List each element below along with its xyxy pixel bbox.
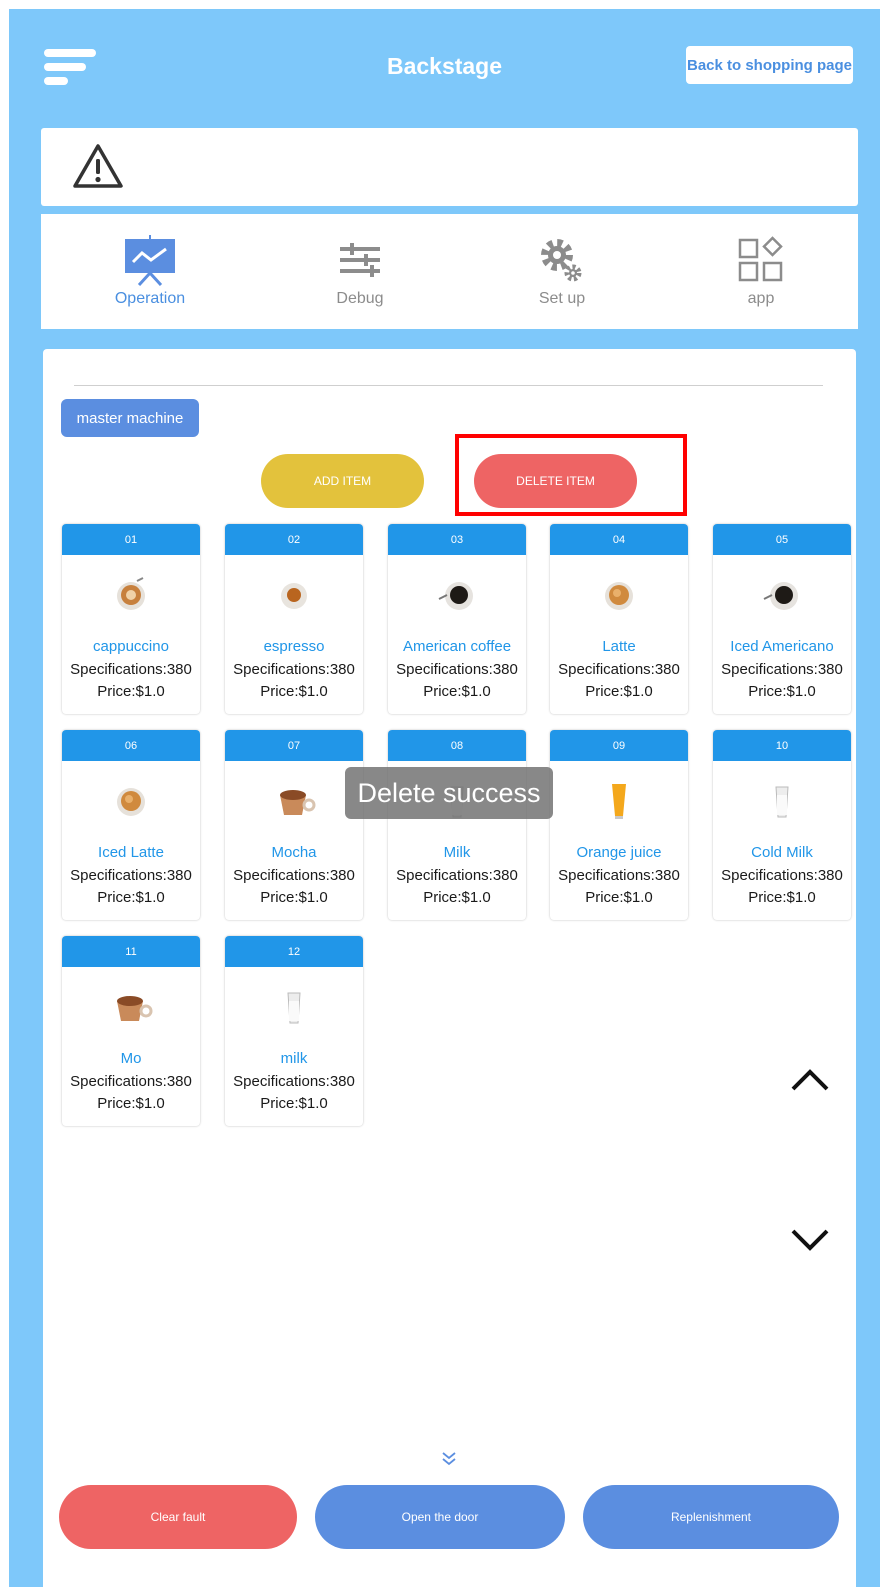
product-spec: Specifications:380 <box>721 661 843 678</box>
product-card-espresso[interactable]: 02 espresso Specifications:380 Price:$1.… <box>225 524 363 714</box>
product-price: Price:$1.0 <box>260 1095 328 1112</box>
black-coffee-cup-icon <box>763 582 798 610</box>
product-card-american-coffee[interactable]: 03 American coffee Specifications:380 Pr… <box>388 524 526 714</box>
tab-label: Debug <box>336 290 384 307</box>
tab-debug[interactable]: Debug <box>290 234 430 308</box>
product-spec: Specifications:380 <box>70 867 192 884</box>
black-coffee-cup-icon <box>438 582 473 610</box>
mocha-cup-icon <box>280 790 316 815</box>
product-card-cold-milk[interactable]: 10 Cold Milk Specifications:380 Price:$1… <box>713 730 851 920</box>
product-name: Orange juice <box>576 844 662 861</box>
chevron-up-icon[interactable] <box>787 1064 833 1094</box>
product-card-milk[interactable]: 08 Milk Specifications:380 Price:$1.0 <box>388 730 526 920</box>
gear-icon <box>541 239 582 282</box>
product-name: espresso <box>263 638 325 655</box>
product-name: American coffee <box>402 638 512 655</box>
product-spec: Specifications:380 <box>558 867 680 884</box>
product-number: 01 <box>62 524 200 555</box>
chevron-down-icon[interactable] <box>787 1226 833 1256</box>
product-card-mocha[interactable]: 07 Mocha Specifications:380 Price:$1.0 <box>225 730 363 920</box>
product-number: 11 <box>62 936 200 967</box>
product-price: Price:$1.0 <box>97 683 165 700</box>
product-number: 02 <box>225 524 363 555</box>
cappuccino-cup-icon <box>117 577 145 610</box>
espresso-cup-icon <box>281 583 307 609</box>
toast-message: Delete success <box>345 767 553 819</box>
apps-grid-icon <box>738 236 783 282</box>
product-card-mo[interactable]: 11 Mo Specifications:380 Price:$1.0 <box>62 936 200 1126</box>
milk-glass-icon <box>775 786 789 818</box>
divider <box>74 385 823 386</box>
sliders-icon <box>340 243 380 277</box>
replenishment-button[interactable]: Replenishment <box>583 1485 839 1549</box>
product-number: 12 <box>225 936 363 967</box>
product-spec: Specifications:380 <box>396 867 518 884</box>
tab-operation[interactable]: Operation <box>80 234 220 308</box>
product-price: Price:$1.0 <box>97 1095 165 1112</box>
product-name: Cold Milk <box>751 844 813 861</box>
product-spec: Specifications:380 <box>70 661 192 678</box>
open-door-button[interactable]: Open the door <box>315 1485 565 1549</box>
product-name: Iced Latte <box>98 844 164 861</box>
product-number: 10 <box>713 730 851 761</box>
tab-app[interactable]: app <box>691 234 831 308</box>
product-number: 06 <box>62 730 200 761</box>
product-number: 07 <box>225 730 363 761</box>
product-card-latte[interactable]: 04 Latte Specifications:380 Price:$1.0 <box>550 524 688 714</box>
product-number: 03 <box>388 524 526 555</box>
product-card-iced-americano[interactable]: 05 Iced Americano Specifications:380 Pri… <box>713 524 851 714</box>
product-spec: Specifications:380 <box>233 1073 355 1090</box>
product-card-iced-latte[interactable]: 06 Iced Latte Specifications:380 Price:$… <box>62 730 200 920</box>
product-price: Price:$1.0 <box>585 889 653 906</box>
product-name: Milk <box>443 844 471 861</box>
product-name: Mocha <box>271 844 317 861</box>
delete-item-button[interactable]: DELETE ITEM <box>474 454 637 508</box>
double-chevron-down-icon[interactable] <box>440 1450 458 1468</box>
tab-label: Operation <box>114 290 186 307</box>
product-price: Price:$1.0 <box>97 889 165 906</box>
product-name: Mo <box>120 1050 142 1067</box>
product-name: milk <box>280 1050 308 1067</box>
product-spec: Specifications:380 <box>721 867 843 884</box>
product-price: Price:$1.0 <box>585 683 653 700</box>
product-number: 05 <box>713 524 851 555</box>
product-price: Price:$1.0 <box>260 889 328 906</box>
warning-icon[interactable] <box>72 142 124 190</box>
product-card-cappuccino[interactable]: 01 cappuccino Specifications:380 Price:$… <box>62 524 200 714</box>
product-price: Price:$1.0 <box>748 683 816 700</box>
product-price: Price:$1.0 <box>748 889 816 906</box>
milk-glass-icon <box>287 992 301 1024</box>
product-spec: Specifications:380 <box>558 661 680 678</box>
product-price: Price:$1.0 <box>260 683 328 700</box>
alert-bar <box>41 128 858 206</box>
tab-set-up[interactable]: Set up <box>492 234 632 308</box>
product-name: cappuccino <box>93 638 169 655</box>
product-price: Price:$1.0 <box>423 889 491 906</box>
product-name: Iced Americano <box>730 638 834 655</box>
tab-label: app <box>747 290 775 307</box>
product-spec: Specifications:380 <box>233 661 355 678</box>
product-spec: Specifications:380 <box>70 1073 192 1090</box>
product-spec: Specifications:380 <box>396 661 518 678</box>
product-name: Latte <box>602 638 636 655</box>
master-machine-tag[interactable]: master machine <box>61 399 199 437</box>
product-number: 09 <box>550 730 688 761</box>
back-to-shopping-button[interactable]: Back to shopping page <box>686 46 853 84</box>
add-item-button[interactable]: ADD ITEM <box>261 454 424 508</box>
clear-fault-button[interactable]: Clear fault <box>59 1485 297 1549</box>
mocha-cup-icon <box>117 996 153 1021</box>
product-card-milk-2[interactable]: 12 milk Specifications:380 Price:$1.0 <box>225 936 363 1126</box>
tab-label: Set up <box>538 290 586 307</box>
product-number: 08 <box>388 730 526 761</box>
product-spec: Specifications:380 <box>233 867 355 884</box>
product-price: Price:$1.0 <box>423 683 491 700</box>
product-number: 04 <box>550 524 688 555</box>
latte-cup-icon <box>605 582 633 610</box>
latte-cup-icon <box>117 788 145 816</box>
orange-juice-glass-icon <box>612 784 626 819</box>
presentation-chart-icon <box>125 235 175 286</box>
product-card-orange-juice[interactable]: 09 Orange juice Specifications:380 Price… <box>550 730 688 920</box>
